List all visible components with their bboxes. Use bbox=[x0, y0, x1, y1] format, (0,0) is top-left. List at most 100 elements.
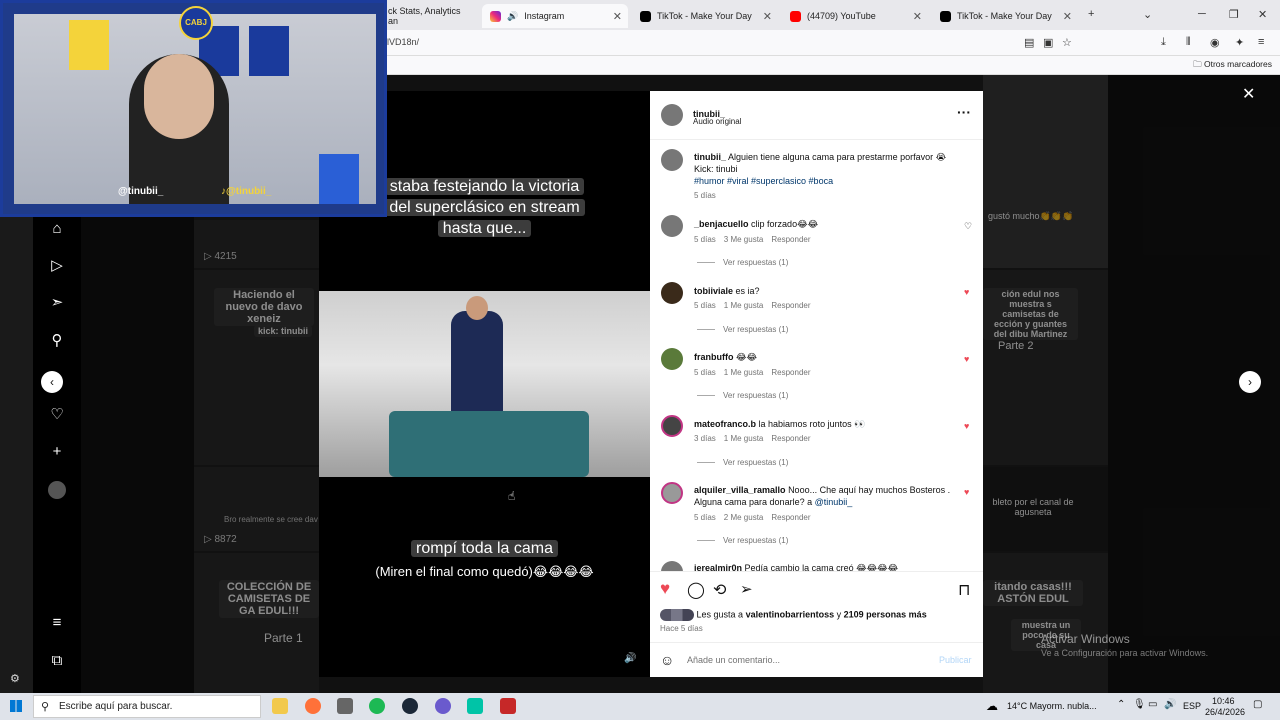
comment-user[interactable]: franbuffo bbox=[694, 352, 734, 362]
screenshot-icon[interactable]: ▣ bbox=[1043, 36, 1053, 49]
weather-icon[interactable]: ☁ bbox=[986, 699, 998, 713]
comment-likes[interactable]: 1 Me gusta bbox=[724, 368, 764, 377]
threads-icon[interactable]: ⧉ bbox=[48, 652, 66, 670]
comment-user[interactable]: _benjacuello bbox=[694, 219, 749, 229]
weather-text[interactable]: 14°C Mayorm. nubla... bbox=[1007, 701, 1097, 711]
avatar[interactable] bbox=[661, 482, 683, 504]
avatar[interactable] bbox=[661, 348, 683, 370]
spotify-icon[interactable] bbox=[369, 698, 385, 714]
comment-user[interactable]: alquiler_villa_ramallo bbox=[694, 485, 786, 495]
avatar[interactable] bbox=[661, 149, 683, 171]
taskbar-search[interactable]: ⚲ Escribe aquí para buscar. bbox=[33, 695, 261, 718]
comment-likes[interactable]: 2 Me gusta bbox=[724, 513, 764, 522]
caption-user[interactable]: tinubii_ bbox=[694, 152, 726, 162]
avatar[interactable] bbox=[661, 561, 683, 571]
notifications-icon[interactable]: ▢ bbox=[1253, 699, 1262, 710]
tab-youtube[interactable]: (44709) YouTube ✕ bbox=[782, 4, 928, 28]
comment-input[interactable]: Añade un comentario... bbox=[687, 655, 780, 665]
view-replies[interactable]: Ver respuestas (1) bbox=[697, 258, 788, 267]
clock-date[interactable]: 26/4/2026 bbox=[1205, 707, 1245, 717]
reply-button[interactable]: Responder bbox=[771, 368, 810, 377]
next-post-button[interactable]: › bbox=[1239, 371, 1261, 393]
comment-user[interactable]: mateofranco.b bbox=[694, 419, 756, 429]
previous-post-button[interactable]: ‹ bbox=[41, 371, 63, 393]
reply-button[interactable]: Responder bbox=[771, 301, 810, 310]
app-icon[interactable] bbox=[337, 698, 353, 714]
like-heart-icon[interactable]: ♥ bbox=[660, 579, 670, 599]
view-replies[interactable]: Ver respuestas (1) bbox=[697, 536, 788, 545]
liked-heart-icon[interactable]: ♥ bbox=[964, 421, 969, 431]
reels-icon[interactable]: ▷ bbox=[48, 257, 66, 275]
more-menu-icon[interactable]: ≡ bbox=[48, 614, 66, 632]
other-bookmarks[interactable]: 🗀 Otros marcadores bbox=[1193, 59, 1272, 73]
windows-start-icon[interactable] bbox=[10, 700, 22, 712]
search-icon[interactable]: ⚲ bbox=[48, 332, 66, 350]
close-tab-icon[interactable]: ✕ bbox=[1063, 10, 1072, 23]
reply-button[interactable]: Responder bbox=[771, 235, 810, 244]
file-explorer-icon[interactable] bbox=[272, 698, 288, 714]
create-icon[interactable]: + bbox=[48, 443, 66, 461]
reply-button[interactable]: Responder bbox=[771, 513, 810, 522]
liked-heart-icon[interactable]: ♥ bbox=[964, 287, 969, 297]
comment-user[interactable]: jerealmir0n bbox=[694, 563, 742, 571]
messages-icon[interactable]: ➣ bbox=[48, 294, 66, 312]
comment-mention[interactable]: @tinubii_ bbox=[815, 497, 853, 507]
avatar[interactable] bbox=[661, 215, 683, 237]
reader-icon[interactable]: ▤ bbox=[1024, 36, 1034, 49]
account-icon[interactable]: ◉ bbox=[1210, 36, 1220, 49]
caption-hashtags[interactable]: #humor #viral #superclasico #boca bbox=[694, 176, 833, 186]
volume-icon[interactable]: 🔊 bbox=[1164, 699, 1176, 710]
mute-icon[interactable]: 🔊 bbox=[624, 653, 636, 664]
menu-icon[interactable]: ≡ bbox=[1258, 36, 1264, 48]
close-tab-icon[interactable]: ✕ bbox=[613, 10, 622, 23]
likes-user[interactable]: valentinobarrientoss bbox=[746, 609, 835, 619]
comment-user[interactable]: tobiiviale bbox=[694, 286, 733, 296]
liked-heart-icon[interactable]: ♥ bbox=[964, 354, 969, 364]
avatar[interactable] bbox=[661, 104, 683, 126]
close-window-icon[interactable]: ✕ bbox=[1258, 8, 1267, 21]
clock-time[interactable]: 10:46 bbox=[1212, 696, 1235, 706]
reply-button[interactable]: Responder bbox=[771, 434, 810, 443]
comment-likes[interactable]: 1 Me gusta bbox=[724, 301, 764, 310]
bookmark-star-icon[interactable]: ☆ bbox=[1062, 36, 1072, 49]
emoji-icon[interactable]: ☺ bbox=[660, 652, 674, 668]
extensions-icon[interactable]: ✦ bbox=[1235, 36, 1244, 49]
new-tab-icon[interactable]: + bbox=[1088, 8, 1094, 20]
language-indicator[interactable]: ESP bbox=[1183, 701, 1201, 711]
publish-button[interactable]: Publicar bbox=[939, 655, 972, 665]
view-replies[interactable]: Ver respuestas (1) bbox=[697, 458, 788, 467]
maximize-icon[interactable]: ❐ bbox=[1229, 8, 1239, 21]
tab-list-icon[interactable]: ⌄ bbox=[1143, 8, 1152, 21]
liked-heart-icon[interactable]: ♥ bbox=[964, 487, 969, 497]
steam-icon[interactable] bbox=[402, 698, 418, 714]
like-heart-icon[interactable]: ♡ bbox=[964, 221, 972, 232]
tray-chevron-icon[interactable]: ⌃ bbox=[1117, 699, 1125, 710]
save-bookmark-icon[interactable]: ⊓ bbox=[958, 580, 970, 600]
settings-gear-icon[interactable]: ⚙ bbox=[10, 672, 20, 685]
comment-likes[interactable]: 3 Me gusta bbox=[724, 235, 764, 244]
download-icon[interactable]: ⤓ bbox=[1161, 36, 1166, 49]
library-icon[interactable]: ⫴ bbox=[1186, 36, 1191, 49]
comment-likes[interactable]: 1 Me gusta bbox=[724, 434, 764, 443]
network-icon[interactable]: ▭ bbox=[1148, 699, 1157, 710]
audio-label[interactable]: Audio original bbox=[693, 117, 741, 126]
repost-icon[interactable]: ⟲ bbox=[713, 580, 726, 600]
tab-tiktok-2[interactable]: TikTok - Make Your Day ✕ bbox=[932, 4, 1078, 28]
app-icon[interactable] bbox=[500, 698, 516, 714]
tab-tiktok-1[interactable]: TikTok - Make Your Day ✕ bbox=[632, 4, 778, 28]
close-tab-icon[interactable]: ✕ bbox=[913, 10, 922, 23]
view-replies[interactable]: Ver respuestas (1) bbox=[697, 391, 788, 400]
close-tab-icon[interactable]: ✕ bbox=[763, 10, 772, 23]
home-icon[interactable]: ⌂ bbox=[48, 220, 66, 238]
share-icon[interactable]: ➢ bbox=[740, 580, 753, 598]
tab-instagram[interactable]: 🔊 Instagram ✕ bbox=[482, 4, 628, 28]
likes-count[interactable]: 2109 personas más bbox=[844, 609, 927, 619]
comment-icon[interactable]: ◯ bbox=[687, 580, 705, 600]
tab-stats[interactable]: ck Stats, Analytics an bbox=[380, 4, 480, 28]
firefox-icon[interactable] bbox=[305, 698, 321, 714]
close-modal-icon[interactable]: ✕ bbox=[1242, 84, 1255, 104]
liker-avatars[interactable] bbox=[660, 609, 694, 621]
profile-avatar-icon[interactable] bbox=[48, 481, 66, 499]
view-replies[interactable]: Ver respuestas (1) bbox=[697, 325, 788, 334]
microphone-icon[interactable]: 🎙 bbox=[1133, 699, 1146, 710]
